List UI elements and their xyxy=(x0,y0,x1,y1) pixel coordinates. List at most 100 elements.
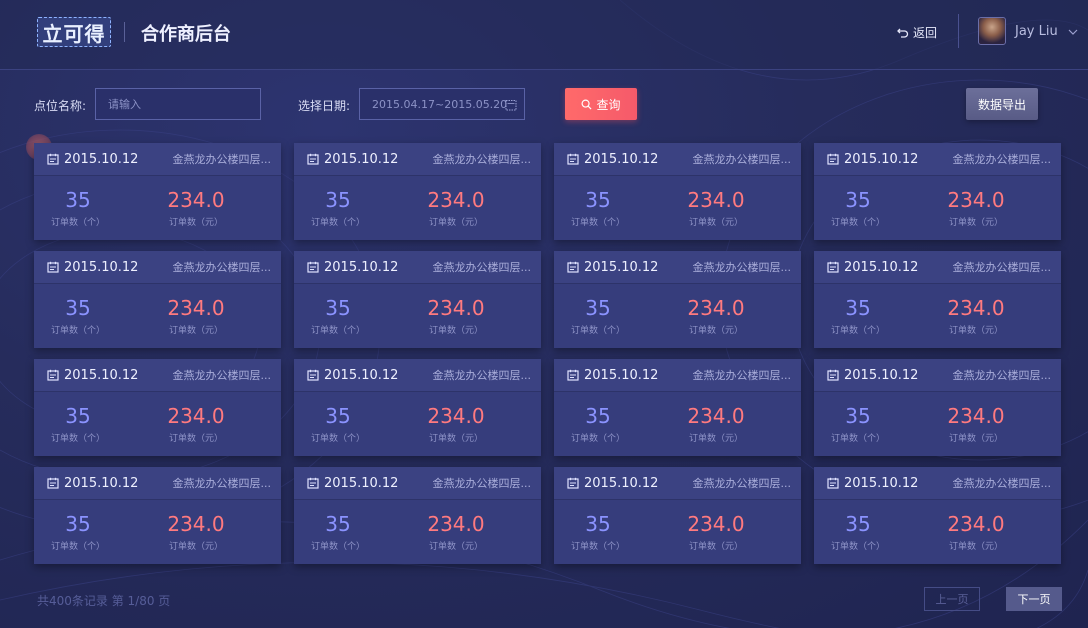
calendar-icon xyxy=(567,477,579,489)
card-date-text: 2015.10.12 xyxy=(584,367,659,383)
order-count-label: 订单数（个） xyxy=(570,218,625,228)
order-count-value: 35 xyxy=(325,188,351,212)
card-date: 2015.10.12 xyxy=(307,368,398,383)
calendar-icon xyxy=(827,261,839,273)
order-count-value: 35 xyxy=(845,296,871,320)
calendar-icon xyxy=(827,153,839,165)
order-amount-stat: 234.0 订单数（元） xyxy=(122,500,270,564)
search-button[interactable]: 查询 xyxy=(565,88,637,120)
prev-page-button[interactable]: 上一页 xyxy=(924,587,980,611)
order-card[interactable]: 2015.10.12 金燕龙办公楼四层... 35 订单数（个） 234.0 订单数（元） xyxy=(34,359,281,456)
card-date: 2015.10.12 xyxy=(567,260,658,275)
export-label: 数据导出 xyxy=(977,97,1026,112)
order-amount-stat: 234.0 订单数（元） xyxy=(382,176,530,240)
top-header: 立可得 合作商后台 返回 Jay Liu xyxy=(0,0,1088,70)
order-amount-value: 234.0 xyxy=(947,404,1005,428)
order-amount-stat: 234.0 订单数（元） xyxy=(382,500,530,564)
location-input[interactable]: 请输入 xyxy=(95,88,261,120)
order-count-value: 35 xyxy=(585,404,611,428)
order-card[interactable]: 2015.10.12 金燕龙办公楼四层... 35 订单数（个） 234.0 订单数（元） xyxy=(34,467,281,564)
card-location: 金燕龙办公楼四层... xyxy=(952,261,1052,274)
order-card[interactable]: 2015.10.12 金燕龙办公楼四层... 35 订单数（个） 234.0 订单数（元） xyxy=(294,359,541,456)
chevron-down-icon[interactable] xyxy=(1068,27,1078,37)
order-count-label: 订单数（个） xyxy=(310,542,365,552)
order-card[interactable]: 2015.10.12 金燕龙办公楼四层... 35 订单数（个） 234.0 订单数（元） xyxy=(554,359,801,456)
next-page-label: 下一页 xyxy=(1017,593,1051,606)
order-card[interactable]: 2015.10.12 金燕龙办公楼四层... 35 订单数（个） 234.0 订单数（元） xyxy=(294,143,541,240)
prev-page-label: 上一页 xyxy=(935,593,969,606)
order-amount-value: 234.0 xyxy=(947,512,1005,536)
order-amount-value: 234.0 xyxy=(687,512,745,536)
card-location: 金燕龙办公楼四层... xyxy=(432,261,532,274)
card-date-text: 2015.10.12 xyxy=(324,259,399,275)
order-count-label: 订单数（个） xyxy=(50,326,105,336)
order-card[interactable]: 2015.10.12 金燕龙办公楼四层... 35 订单数（个） 234.0 订单数（元） xyxy=(814,251,1061,348)
card-location: 金燕龙办公楼四层... xyxy=(432,477,532,490)
order-card[interactable]: 2015.10.12 金燕龙办公楼四层... 35 订单数（个） 234.0 订单数（元） xyxy=(814,467,1061,564)
order-amount-label: 订单数（元） xyxy=(688,542,743,552)
calendar-icon[interactable] xyxy=(505,99,517,111)
order-amount-stat: 234.0 订单数（元） xyxy=(382,284,530,348)
order-amount-label: 订单数（元） xyxy=(688,326,743,336)
order-count-label: 订单数（个） xyxy=(50,218,105,228)
order-count-label: 订单数（个） xyxy=(570,542,625,552)
order-card[interactable]: 2015.10.12 金燕龙办公楼四层... 35 订单数（个） 234.0 订单数（元） xyxy=(294,467,541,564)
card-body: 35 订单数（个） 234.0 订单数（元） xyxy=(554,392,801,456)
order-amount-label: 订单数（元） xyxy=(168,434,223,444)
card-body: 35 订单数（个） 234.0 订单数（元） xyxy=(554,500,801,564)
order-card[interactable]: 2015.10.12 金燕龙办公楼四层... 35 订单数（个） 234.0 订单数（元） xyxy=(34,251,281,348)
order-count-stat: 35 订单数（个） xyxy=(294,500,382,564)
card-location: 金燕龙办公楼四层... xyxy=(952,369,1052,382)
card-location: 金燕龙办公楼四层... xyxy=(692,153,792,166)
card-body: 35 订单数（个） 234.0 订单数（元） xyxy=(34,284,281,348)
card-header: 2015.10.12 金燕龙办公楼四层... xyxy=(34,359,281,392)
card-header: 2015.10.12 金燕龙办公楼四层... xyxy=(554,251,801,284)
order-count-label: 订单数（个） xyxy=(830,326,885,336)
order-card[interactable]: 2015.10.12 金燕龙办公楼四层... 35 订单数（个） 234.0 订单数（元） xyxy=(554,143,801,240)
order-amount-stat: 234.0 订单数（元） xyxy=(902,284,1050,348)
order-amount-label: 订单数（元） xyxy=(428,218,483,228)
order-amount-stat: 234.0 订单数（元） xyxy=(642,284,790,348)
order-card[interactable]: 2015.10.12 金燕龙办公楼四层... 35 订单数（个） 234.0 订单数（元） xyxy=(554,251,801,348)
order-amount-value: 234.0 xyxy=(947,296,1005,320)
order-count-stat: 35 订单数（个） xyxy=(294,284,382,348)
order-card[interactable]: 2015.10.12 金燕龙办公楼四层... 35 订单数（个） 234.0 订单数（元） xyxy=(34,143,281,240)
order-card[interactable]: 2015.10.12 金燕龙办公楼四层... 35 订单数（个） 234.0 订单数（元） xyxy=(814,143,1061,240)
card-location: 金燕龙办公楼四层... xyxy=(692,477,792,490)
order-amount-value: 234.0 xyxy=(427,296,485,320)
card-body: 35 订单数（个） 234.0 订单数（元） xyxy=(814,284,1061,348)
date-range-input[interactable]: 2015.04.17~2015.05.20 xyxy=(359,88,525,120)
export-button[interactable]: 数据导出 xyxy=(966,88,1038,120)
back-button[interactable]: 返回 xyxy=(897,24,937,41)
card-date: 2015.10.12 xyxy=(47,260,138,275)
order-count-label: 订单数（个） xyxy=(830,218,885,228)
card-location: 金燕龙办公楼四层... xyxy=(952,153,1052,166)
card-body: 35 订单数（个） 234.0 订单数（元） xyxy=(294,392,541,456)
page-title: 合作商后台 xyxy=(141,24,231,45)
user-name[interactable]: Jay Liu xyxy=(1015,24,1058,39)
order-count-value: 35 xyxy=(845,512,871,536)
order-count-value: 35 xyxy=(585,296,611,320)
order-card[interactable]: 2015.10.12 金燕龙办公楼四层... 35 订单数（个） 234.0 订单数（元） xyxy=(554,467,801,564)
order-card[interactable]: 2015.10.12 金燕龙办公楼四层... 35 订单数（个） 234.0 订单数（元） xyxy=(294,251,541,348)
brand-logo[interactable]: 立可得 xyxy=(37,17,111,47)
avatar[interactable] xyxy=(978,17,1006,45)
order-count-value: 35 xyxy=(65,188,91,212)
order-amount-stat: 234.0 订单数（元） xyxy=(642,500,790,564)
order-amount-label: 订单数（元） xyxy=(168,218,223,228)
calendar-icon xyxy=(827,477,839,489)
order-card[interactable]: 2015.10.12 金燕龙办公楼四层... 35 订单数（个） 234.0 订单数（元） xyxy=(814,359,1061,456)
order-count-value: 35 xyxy=(585,188,611,212)
card-body: 35 订单数（个） 234.0 订单数（元） xyxy=(814,500,1061,564)
card-date-text: 2015.10.12 xyxy=(64,367,139,383)
order-amount-stat: 234.0 订单数（元） xyxy=(902,500,1050,564)
order-count-stat: 35 订单数（个） xyxy=(34,392,122,456)
order-amount-value: 234.0 xyxy=(427,404,485,428)
card-date: 2015.10.12 xyxy=(307,152,398,167)
card-body: 35 订单数（个） 234.0 订单数（元） xyxy=(294,284,541,348)
next-page-button[interactable]: 下一页 xyxy=(1006,587,1062,611)
card-header: 2015.10.12 金燕龙办公楼四层... xyxy=(554,467,801,500)
order-count-stat: 35 订单数（个） xyxy=(554,392,642,456)
card-date-text: 2015.10.12 xyxy=(844,259,919,275)
card-date-text: 2015.10.12 xyxy=(324,367,399,383)
